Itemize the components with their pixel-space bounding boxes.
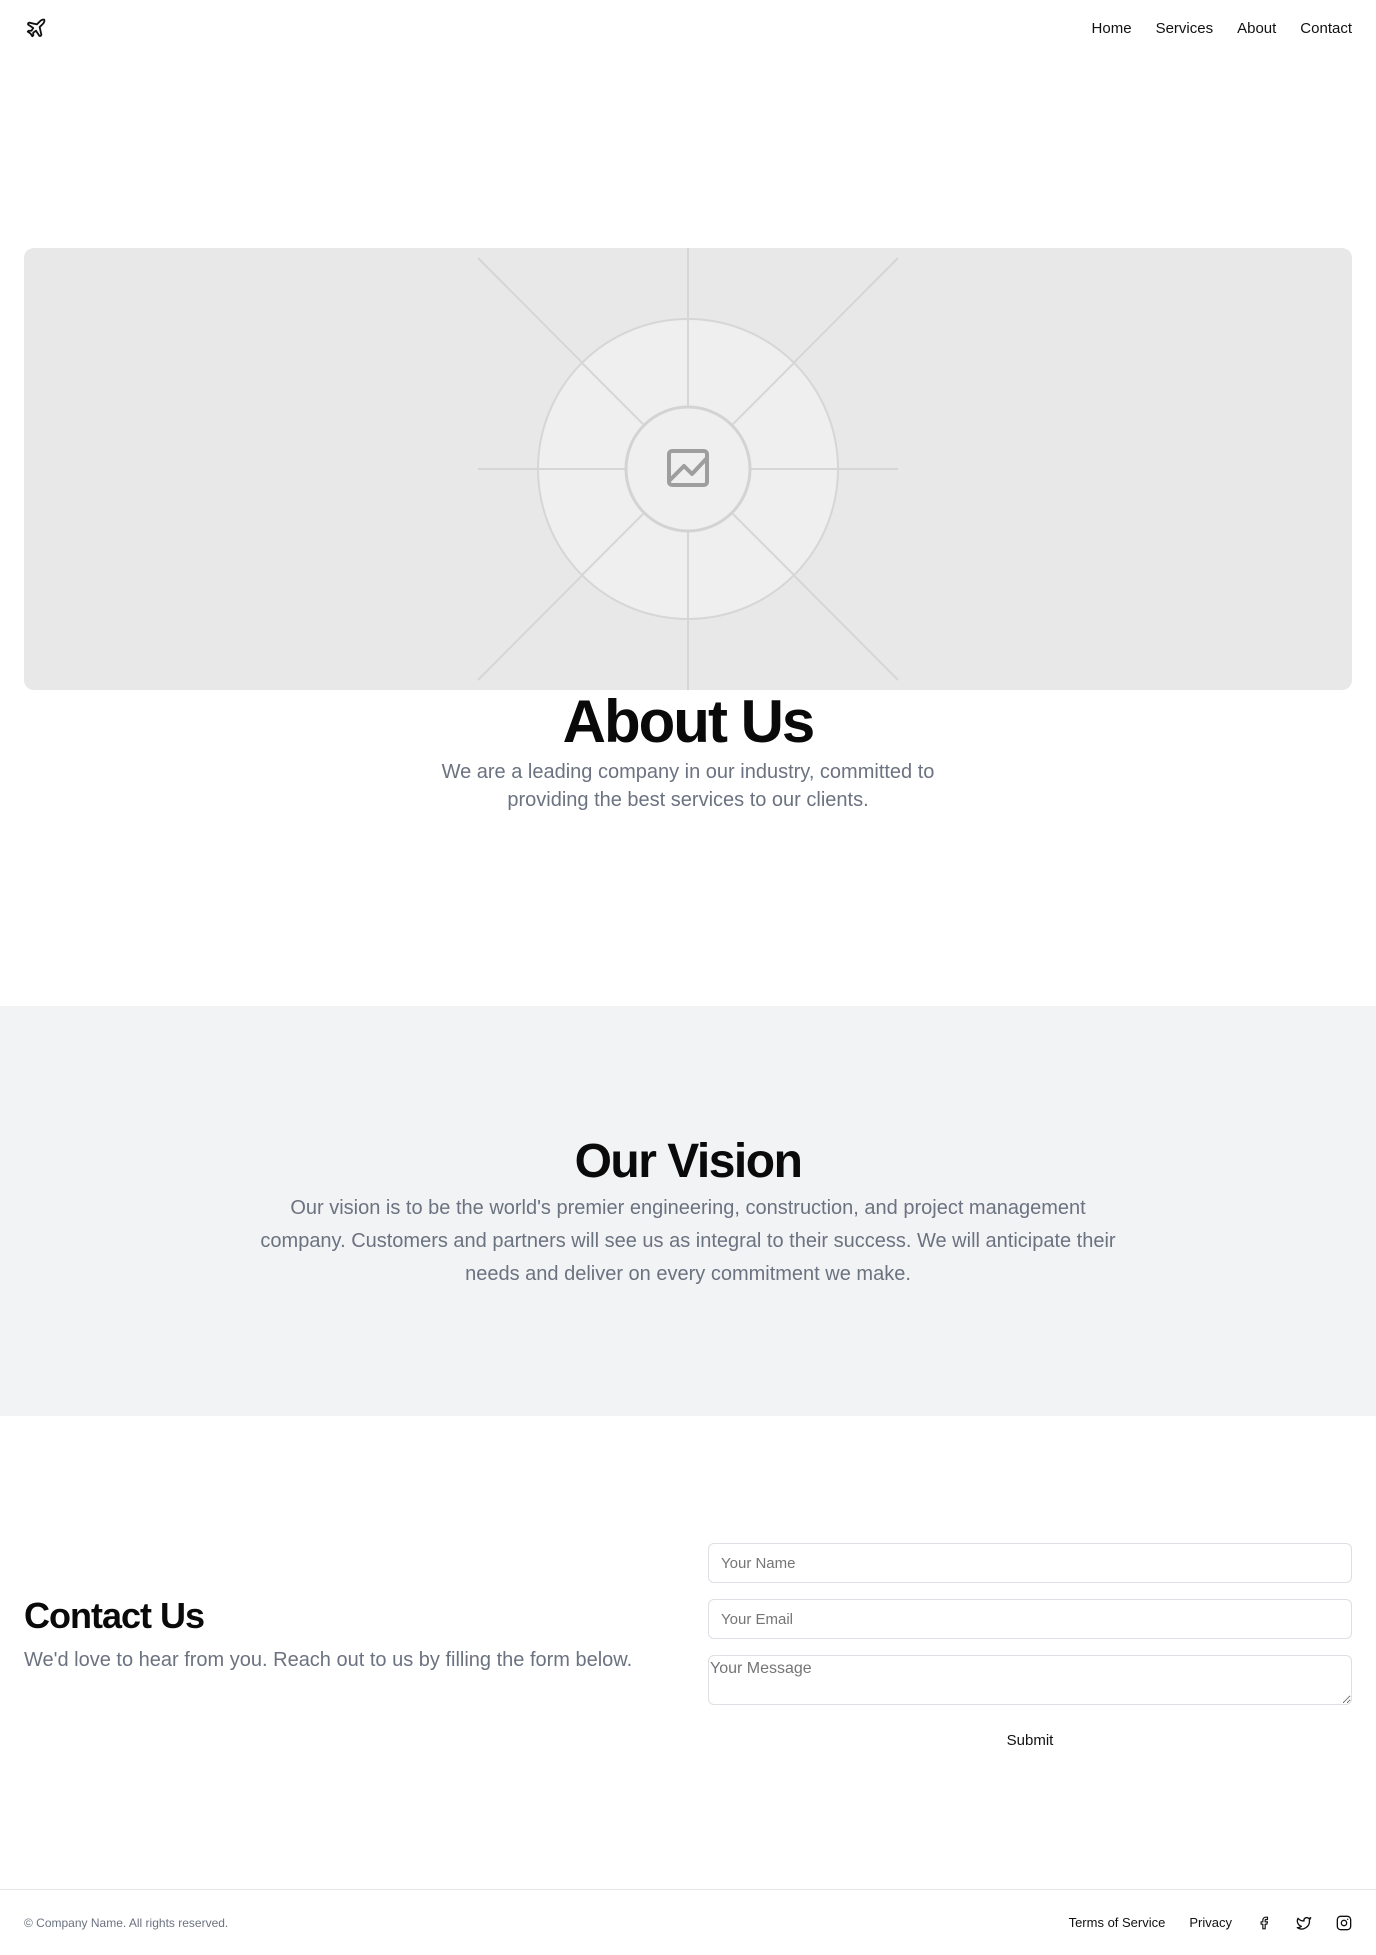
terms-link[interactable]: Terms of Service: [1069, 1915, 1166, 1930]
submit-button[interactable]: Submit: [708, 1728, 1352, 1754]
site-footer: © Company Name. All rights reserved. Ter…: [0, 1889, 1376, 1955]
contact-title: Contact Us: [24, 1595, 205, 1636]
vision-title: Our Vision: [574, 1135, 803, 1188]
nav-services[interactable]: Services: [1156, 20, 1214, 37]
contact-description: We'd love to hear from you. Reach out to…: [24, 1649, 633, 1671]
main-nav: Home Services About Contact: [1092, 20, 1352, 37]
footer-links: Terms of Service Privacy: [1069, 1915, 1352, 1931]
nav-about[interactable]: About: [1237, 20, 1276, 37]
message-textarea[interactable]: [708, 1655, 1352, 1705]
hero-image-placeholder: [24, 248, 1352, 690]
image-placeholder-icon: [477, 248, 899, 690]
facebook-icon[interactable]: [1256, 1915, 1272, 1931]
vision-section: Our Vision Our vision is to be the world…: [0, 1006, 1376, 1416]
vision-description: Our vision is to be the world's premier …: [0, 1192, 1376, 1291]
twitter-icon[interactable]: [1296, 1915, 1312, 1931]
nav-contact[interactable]: Contact: [1300, 20, 1352, 37]
instagram-icon[interactable]: [1336, 1915, 1352, 1931]
about-title: About Us: [562, 688, 816, 755]
name-input[interactable]: [708, 1543, 1352, 1583]
site-header: Home Services About Contact: [0, 0, 1376, 56]
nav-home[interactable]: Home: [1092, 20, 1132, 37]
email-input[interactable]: [708, 1599, 1352, 1639]
plane-icon[interactable]: [24, 16, 48, 40]
privacy-link[interactable]: Privacy: [1189, 1915, 1232, 1930]
vision-description-text: Our vision is to be the world's premier …: [260, 1197, 1116, 1285]
copyright-text: © Company Name. All rights reserved.: [24, 1915, 229, 1930]
about-description: We are a leading company in our industry…: [0, 758, 1376, 814]
about-description-text: We are a leading company in our industry…: [441, 761, 935, 811]
